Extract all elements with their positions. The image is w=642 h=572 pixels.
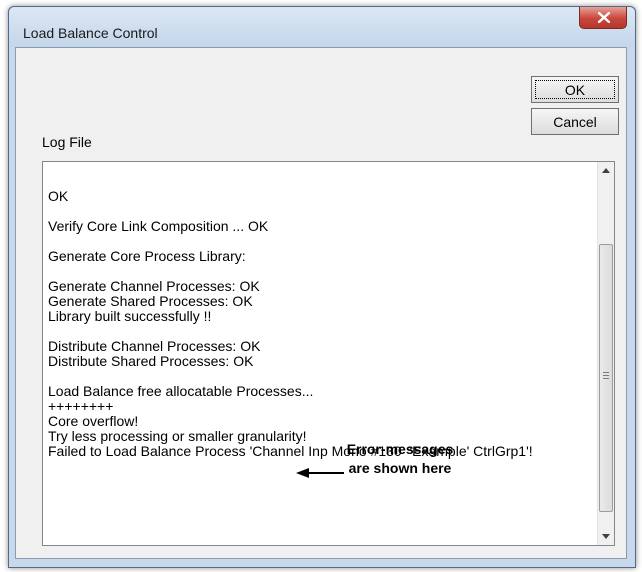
scrollbar-thumb[interactable] [599,244,613,512]
scroll-down-arrow-icon [602,534,610,539]
log-line: Verify Core Link Composition ... OK [48,218,269,234]
log-line: Try less processing or smaller granulari… [48,428,307,444]
ok-button[interactable]: OK [531,76,619,103]
log-content: OK Verify Core Link Composition ... OK Gen… [48,174,588,459]
log-line: Generate Channel Processes: OK [48,278,260,294]
log-line: Failed to Load Balance Process 'Channel … [48,443,533,459]
log-line: Load Balance free allocatable Processes.… [48,383,314,399]
grip-icon [603,372,609,379]
cancel-button-label: Cancel [553,113,597,130]
cancel-button[interactable]: Cancel [531,108,619,135]
scroll-up-arrow-icon [602,168,610,173]
close-icon [598,12,610,23]
close-button[interactable] [579,7,627,29]
dialog-body: OK Cancel Log File OK Verify Core Link Co… [15,47,627,559]
error-callout: Error-messages are shown here [328,440,472,478]
log-line: OK [48,188,69,204]
log-line: Distribute Shared Processes: OK [48,353,254,369]
callout-line-2: are shown here [348,460,452,476]
log-textarea[interactable]: OK Verify Core Link Composition ... OK Gen… [42,161,615,546]
window-title: Load Balance Control [23,25,158,41]
vertical-scrollbar[interactable] [597,162,614,545]
log-file-label: Log File [42,134,92,150]
load-balance-dialog: Load Balance Control OK Cancel Log File … [8,6,636,568]
log-line: Generate Shared Processes: OK [48,293,253,309]
log-line: Distribute Channel Processes: OK [48,338,261,354]
title-bar[interactable]: Load Balance Control [9,7,635,47]
callout-line-1: Error-messages [346,441,454,457]
scroll-down-button[interactable] [598,528,614,545]
scroll-up-button[interactable] [598,162,614,179]
log-line: Generate Core Process Library: [48,248,246,264]
focus-rect [535,80,615,99]
log-line: Library built successfully !! [48,308,212,324]
log-line: Core overflow! [48,413,139,429]
log-line: ++++++++ [48,398,114,414]
